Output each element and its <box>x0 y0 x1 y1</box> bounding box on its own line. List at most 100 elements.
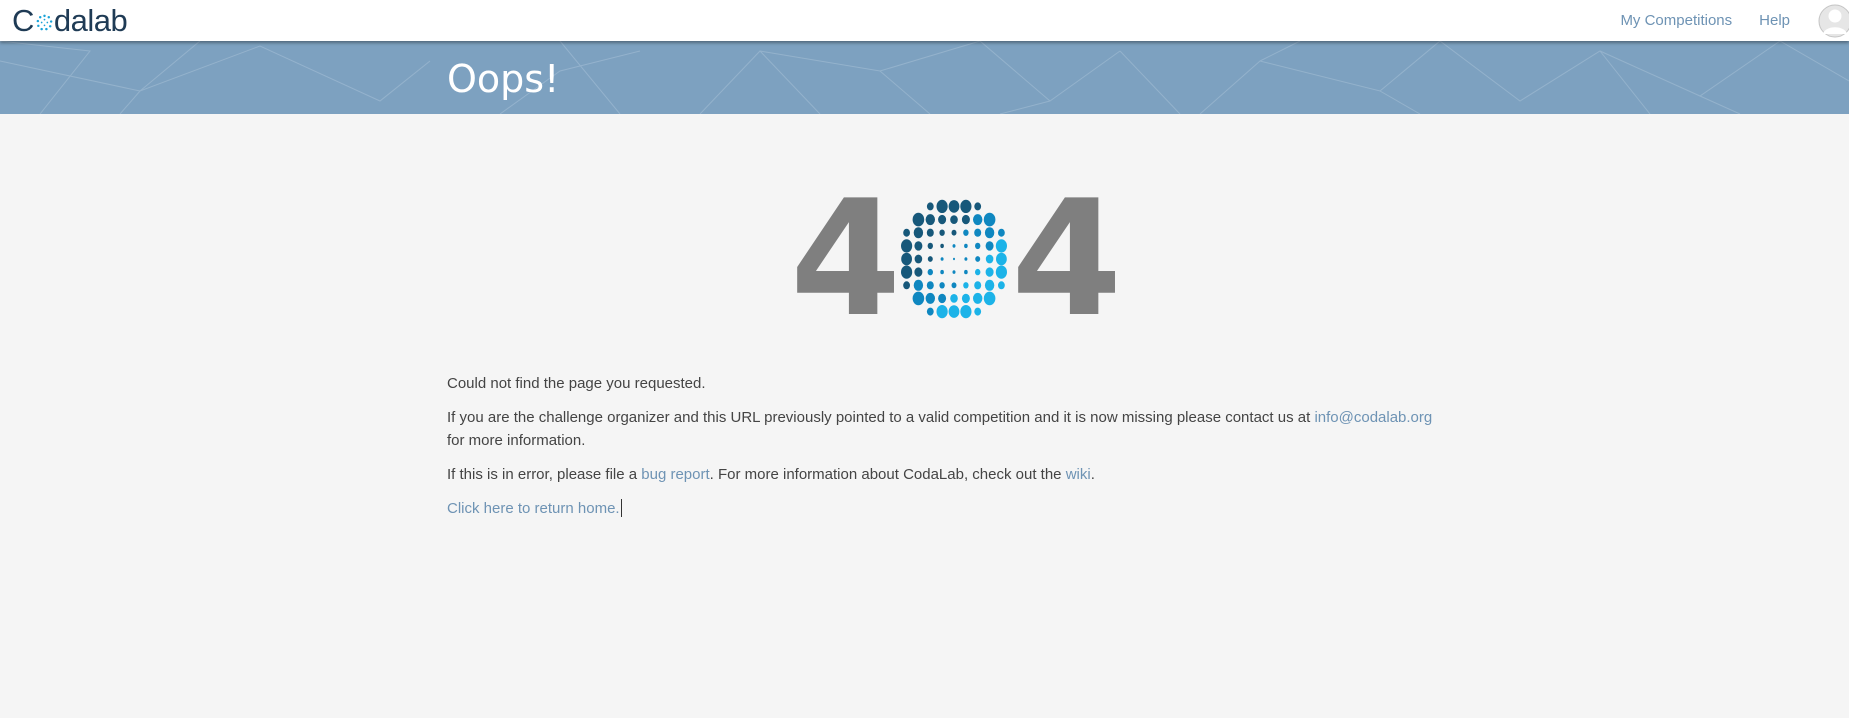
error-digit-right: 4 <box>1011 165 1123 352</box>
orb-dot <box>974 307 982 316</box>
orb-dot <box>939 282 945 289</box>
orb-dot <box>901 252 912 266</box>
orb-dot <box>983 291 996 306</box>
text-cursor <box>620 499 622 517</box>
orb-dot <box>901 239 913 253</box>
orb-dot <box>951 229 957 236</box>
orb-dot <box>927 256 933 262</box>
orb-dot <box>953 257 955 261</box>
bug-report-paragraph: If this is in error, please file a bug r… <box>447 463 1447 486</box>
orb-dot <box>996 252 1007 266</box>
orb-dot <box>985 254 994 264</box>
orb-dot <box>952 244 956 248</box>
orb-dot <box>925 214 935 226</box>
orb-dot <box>940 257 944 261</box>
user-avatar-icon[interactable] <box>1817 4 1849 38</box>
period-text: . <box>1090 466 1095 483</box>
orb-dot <box>995 265 1007 279</box>
orb-dot <box>927 268 933 276</box>
orb-dot <box>926 202 934 211</box>
orb-dot <box>960 199 972 213</box>
orb-dot <box>901 265 913 279</box>
orb-dot <box>983 212 996 227</box>
orb-dot <box>926 228 934 237</box>
orb-dot <box>975 242 981 250</box>
more-info-text: . For more information about CodaLab, ch… <box>709 466 1066 483</box>
logo-orb-icon <box>36 14 53 30</box>
orb-dot <box>952 270 956 274</box>
orb-dot <box>927 242 933 250</box>
codalab-orb-icon <box>901 199 1007 319</box>
orb-dot <box>998 228 1005 237</box>
page-title: Oops! <box>447 57 560 101</box>
orb-dot <box>998 281 1005 290</box>
orb-dot <box>984 227 995 239</box>
orb-dot <box>984 279 995 291</box>
orb-dot <box>912 291 925 306</box>
contact-email-link[interactable]: info@codalab.org <box>1314 409 1432 426</box>
bug-report-text: If this is in error, please file a <box>447 466 642 483</box>
wiki-link[interactable]: wiki <box>1066 466 1091 483</box>
orb-dot <box>985 241 994 251</box>
orb-dot <box>913 227 924 239</box>
organizer-text-end: for more information. <box>447 432 586 449</box>
return-home-link[interactable]: Click here to return home. <box>447 500 620 517</box>
nav-my-competitions[interactable]: My Competitions <box>1620 12 1732 29</box>
orb-dot <box>903 228 910 237</box>
error-404-graphic: 4 4 <box>790 165 1123 352</box>
orb-dot <box>938 214 947 225</box>
orb-dot <box>995 239 1007 253</box>
orb-dot <box>950 294 958 303</box>
orb-dot <box>926 307 934 316</box>
orb-dot <box>914 254 923 264</box>
banner-pattern <box>0 41 1849 114</box>
orb-dot <box>912 212 925 227</box>
codalab-logo[interactable]: C dalab <box>12 2 128 38</box>
orb-dot <box>940 269 944 275</box>
organizer-text: If you are the challenge organizer and t… <box>447 409 1315 426</box>
orb-dot <box>925 292 935 304</box>
orb-dot <box>939 229 945 236</box>
orb-dot <box>964 243 968 249</box>
orb-dot <box>936 305 948 319</box>
orb-dot <box>961 293 970 304</box>
orb-dot <box>985 267 994 277</box>
logo-text: dalab <box>53 2 128 38</box>
orb-dot <box>926 281 934 290</box>
orb-dot <box>974 228 982 237</box>
top-navbar: C dalab My Competitions Help <box>0 0 1849 41</box>
orb-dot <box>975 268 981 276</box>
orb-dot <box>950 215 958 224</box>
orb-dot <box>938 293 947 304</box>
orb-dot <box>913 279 924 291</box>
return-home-paragraph: Click here to return home. <box>447 497 1447 520</box>
nav-links: My Competitions Help <box>1620 0 1849 41</box>
orb-dot <box>914 241 923 251</box>
not-found-text: Could not find the page you requested. <box>447 372 1447 395</box>
orb-dot <box>951 282 957 289</box>
orb-dot <box>964 257 968 261</box>
logo-letter: C <box>12 2 34 38</box>
orb-dot <box>940 243 944 249</box>
page-banner: Oops! <box>0 41 1849 114</box>
orb-dot <box>936 199 948 213</box>
orb-dot <box>914 267 923 277</box>
orb-dot <box>963 229 969 236</box>
error-message: Could not find the page you requested. I… <box>447 372 1447 531</box>
nav-help[interactable]: Help <box>1759 12 1790 29</box>
orb-dot <box>975 256 981 262</box>
orb-dot <box>948 305 960 318</box>
bug-report-link[interactable]: bug report <box>641 466 709 483</box>
error-digit-left: 4 <box>790 165 902 352</box>
orb-dot <box>973 292 983 304</box>
orb-dot <box>964 269 968 275</box>
orb-dot <box>963 282 969 289</box>
not-found-line: Could not find the page you requested. <box>447 375 706 392</box>
orb-dot <box>948 200 960 213</box>
orb-dot <box>960 305 972 319</box>
orb-dot <box>961 214 970 225</box>
orb-dot <box>974 281 982 290</box>
orb-dot <box>903 281 910 290</box>
orb-dot <box>973 214 983 226</box>
organizer-paragraph: If you are the challenge organizer and t… <box>447 406 1447 452</box>
